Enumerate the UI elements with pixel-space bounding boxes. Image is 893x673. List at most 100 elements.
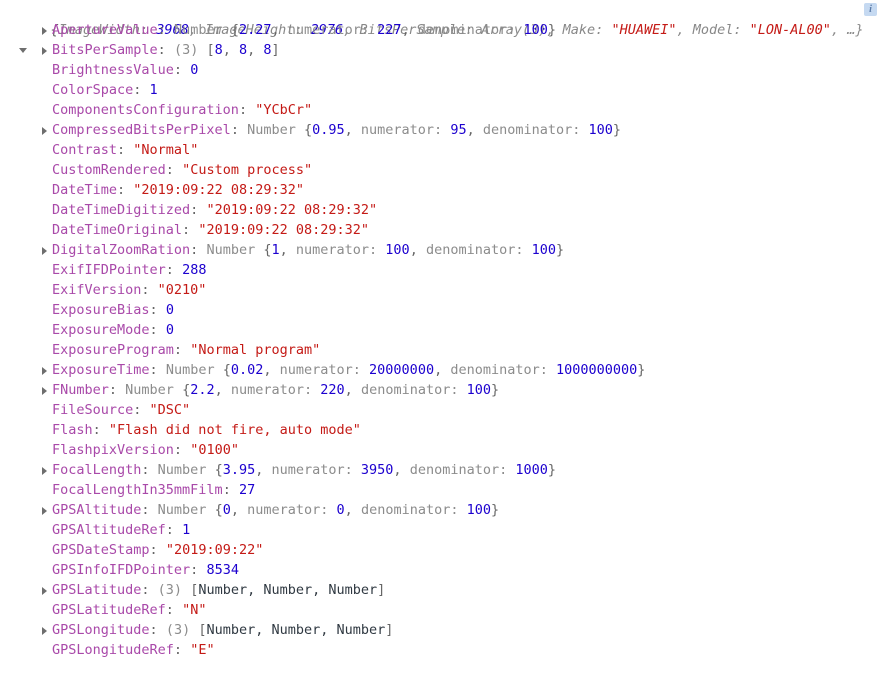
triangle-right-icon[interactable] <box>40 120 50 140</box>
value-token-num: 2.2 <box>190 382 215 398</box>
triangle-right-icon[interactable] <box>40 460 50 480</box>
triangle-right-icon[interactable] <box>40 360 50 380</box>
property-value: 1 <box>150 82 158 98</box>
info-icon[interactable]: i <box>864 3 877 16</box>
triangle-down-icon[interactable] <box>18 0 28 53</box>
console-property-row[interactable]: DateTime: "2019:09:22 08:29:32" <box>0 180 893 200</box>
console-property-row[interactable]: FlashpixVersion: "0100" <box>0 440 893 460</box>
value-token-punct: { <box>182 382 191 398</box>
console-property-row[interactable]: ExposureBias: 0 <box>0 300 893 320</box>
triangle-right-icon[interactable] <box>40 580 50 600</box>
value-token-gray: denominator: <box>417 22 524 38</box>
console-property-row[interactable]: CustomRendered: "Custom process" <box>0 160 893 180</box>
property-key: GPSLatitudeRef <box>52 602 166 618</box>
value-token-punct: , <box>255 462 272 478</box>
property-colon: : <box>157 42 174 58</box>
console-property-row[interactable]: FileSource: "DSC" <box>0 400 893 420</box>
devtools-console-output[interactable]: {ImageWidth: 3968, ImageHeight: 2976, Bi… <box>0 0 893 673</box>
console-property-row[interactable]: ColorSpace: 1 <box>0 80 893 100</box>
property-colon: : <box>173 62 191 78</box>
console-property-row[interactable]: ExposureProgram: "Normal program" <box>0 340 893 360</box>
console-property-row[interactable]: CompressedBitsPerPixel: Number {0.95, nu… <box>0 120 893 140</box>
property-value: "Custom process" <box>182 162 312 178</box>
value-token-num: 1000 <box>515 462 548 478</box>
triangle-placeholder-icon <box>40 280 50 300</box>
console-property-row-clipped[interactable]: GPSProcessingMethod: "CELLID" <box>0 660 893 673</box>
triangle-placeholder-icon <box>40 160 50 180</box>
console-property-row[interactable]: GPSDateStamp: "2019:09:22" <box>0 540 893 560</box>
property-colon: : <box>92 422 109 438</box>
console-property-row[interactable]: DateTimeDigitized: "2019:09:22 08:29:32" <box>0 200 893 220</box>
console-property-row[interactable]: FocalLengthIn35mmFilm: 27 <box>0 480 893 500</box>
value-token-num: 100 <box>466 382 491 398</box>
property-value: (3) [8, 8, 8] <box>174 42 280 58</box>
triangle-right-icon[interactable] <box>40 40 50 60</box>
console-property-row[interactable]: ExifVersion: "0210" <box>0 280 893 300</box>
property-key: FocalLength <box>52 462 142 478</box>
console-property-row[interactable]: ExifIFDPointer: 288 <box>0 260 893 280</box>
console-property-row[interactable]: GPSLongitudeRef: "E" <box>0 640 893 660</box>
console-property-row[interactable]: GPSLatitudeRef: "N" <box>0 600 893 620</box>
value-token-num: 3950 <box>360 462 394 478</box>
property-colon: : <box>141 462 158 478</box>
value-token-gray: numerator: <box>279 362 370 378</box>
console-property-row[interactable]: GPSAltitude: Number {0, numerator: 0, de… <box>0 500 893 520</box>
value-token-gray: denominator: <box>360 382 467 398</box>
value-token-gray: numerator: <box>247 502 337 518</box>
value-token-punct: [ <box>206 42 215 58</box>
value-token-num: 220 <box>320 382 345 398</box>
triangle-right-icon[interactable] <box>40 240 50 260</box>
console-property-row[interactable]: GPSAltitudeRef: 1 <box>0 520 893 540</box>
value-token-gray: denominator: <box>450 362 557 378</box>
property-key: GPSLongitude <box>52 622 150 638</box>
console-property-row[interactable]: DigitalZoomRation: Number {1, numerator:… <box>0 240 893 260</box>
property-colon: : <box>108 382 126 398</box>
value-token-gray: Number <box>247 122 304 138</box>
value-token-punct: ] <box>377 582 386 598</box>
console-property-row[interactable]: GPSLongitude: (3) [Number, Number, Numbe… <box>0 620 893 640</box>
console-property-row[interactable]: GPSLatitude: (3) [Number, Number, Number… <box>0 580 893 600</box>
value-token-gray: Number <box>157 462 215 478</box>
console-object-root-row[interactable]: {ImageWidth: 3968, ImageHeight: 2976, Bi… <box>0 0 893 53</box>
property-colon: : <box>190 202 207 218</box>
console-property-row[interactable]: BrightnessValue: 0 <box>0 60 893 80</box>
property-key: FNumber <box>52 382 109 398</box>
triangle-right-icon[interactable] <box>40 620 50 640</box>
value-token-gray: denominator: <box>360 502 467 518</box>
property-key: Flash <box>52 422 93 438</box>
value-token-punct: { <box>214 462 223 478</box>
property-colon: : <box>173 442 191 458</box>
value-token-punct: } <box>491 502 500 518</box>
triangle-right-icon[interactable] <box>40 20 50 40</box>
triangle-placeholder-icon <box>40 600 50 620</box>
value-token-str: "0210" <box>157 282 207 298</box>
value-token-punct: } <box>612 122 622 138</box>
value-token-punct: , <box>222 42 239 58</box>
triangle-placeholder-icon <box>40 340 50 360</box>
property-value: Number {2.27, numerator: 227, denominato… <box>174 22 556 38</box>
triangle-right-icon[interactable] <box>40 380 50 400</box>
console-property-row[interactable]: ExposureMode: 0 <box>0 320 893 340</box>
value-token-plain: Number, Number, Number <box>198 582 378 598</box>
property-value: "DSC" <box>150 402 191 418</box>
triangle-right-icon[interactable] <box>40 500 50 520</box>
property-colon: : <box>190 562 207 578</box>
console-property-row[interactable]: BitsPerSample: (3) [8, 8, 8] <box>0 40 893 60</box>
value-token-punct: , <box>271 22 288 38</box>
value-token-punct: ] <box>385 622 394 638</box>
property-value: 1 <box>182 522 190 538</box>
property-colon: : <box>222 482 239 498</box>
triangle-placeholder-icon <box>40 80 50 100</box>
console-property-row[interactable]: ApertureValue: Number {2.27, numerator: … <box>0 20 893 40</box>
console-property-row[interactable]: ComponentsConfiguration: "YCbCr" <box>0 100 893 120</box>
value-token-gray: numerator: <box>287 22 378 38</box>
console-property-row[interactable]: ExposureTime: Number {0.02, numerator: 2… <box>0 360 893 380</box>
console-property-row[interactable]: FNumber: Number {2.2, numerator: 220, de… <box>0 380 893 400</box>
value-token-num: 227 <box>377 22 402 38</box>
console-property-row[interactable]: DateTimeOriginal: "2019:09:22 08:29:32" <box>0 220 893 240</box>
console-property-row[interactable]: GPSInfoIFDPointer: 8534 <box>0 560 893 580</box>
console-property-row[interactable]: Flash: "Flash did not fire, auto mode" <box>0 420 893 440</box>
property-value: 0 <box>190 62 198 78</box>
console-property-row[interactable]: FocalLength: Number {3.95, numerator: 39… <box>0 460 893 480</box>
console-property-row[interactable]: Contrast: "Normal" <box>0 140 893 160</box>
